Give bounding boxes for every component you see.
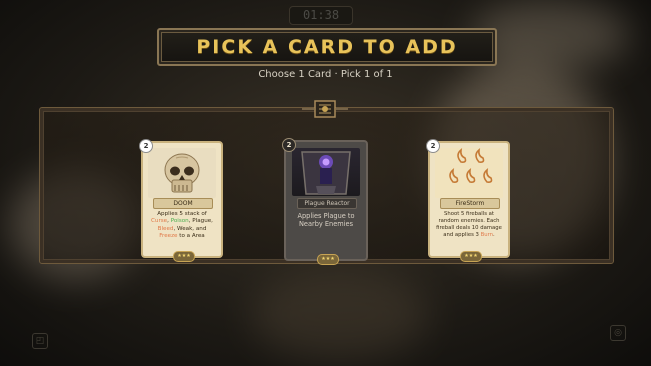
card-description: Applies Plague to Nearby Enemies — [297, 212, 355, 228]
fire-icon — [435, 148, 503, 198]
cost-badge: 2 — [282, 138, 296, 152]
reactor-icon — [292, 148, 360, 196]
background-rock — [250, 270, 430, 360]
card-name: DOOM — [153, 198, 213, 209]
title-banner: PICK A CARD TO ADD — [157, 28, 497, 66]
card-firestorm[interactable]: FireStorm Shoot 5 fireballs at random en… — [426, 139, 510, 262]
card-doom[interactable]: DOOM Applies 5 stack of Curse, Poison, P… — [139, 139, 223, 262]
rarity-stars-icon: ★★★ — [460, 251, 482, 262]
rarity-stars-icon: ★★★ — [173, 251, 195, 262]
card-plague-reactor[interactable]: Plague Reactor Applies Plague to Nearby … — [282, 138, 368, 265]
rarity-stars-icon: ★★★ — [317, 254, 339, 265]
corner-menu-icon: ◰ — [32, 333, 48, 349]
pick-subtitle: Choose 1 Card · Pick 1 of 1 — [258, 69, 393, 80]
cost-badge: 2 — [139, 139, 153, 153]
card-name: Plague Reactor — [297, 198, 357, 209]
card-description: Applies 5 stack of Curse, Poison, Plague… — [151, 211, 213, 240]
ornament-icon — [300, 98, 350, 120]
skull-icon — [148, 148, 216, 198]
card-name: FireStorm — [440, 198, 500, 209]
corner-settings-icon: ◎ — [610, 325, 626, 341]
game-timer: 01:38 — [289, 6, 353, 25]
page-title: PICK A CARD TO ADD — [196, 36, 458, 58]
card-description: Shoot 5 fireballs at random enemies. Eac… — [436, 211, 502, 238]
cost-badge: 2 — [426, 139, 440, 153]
